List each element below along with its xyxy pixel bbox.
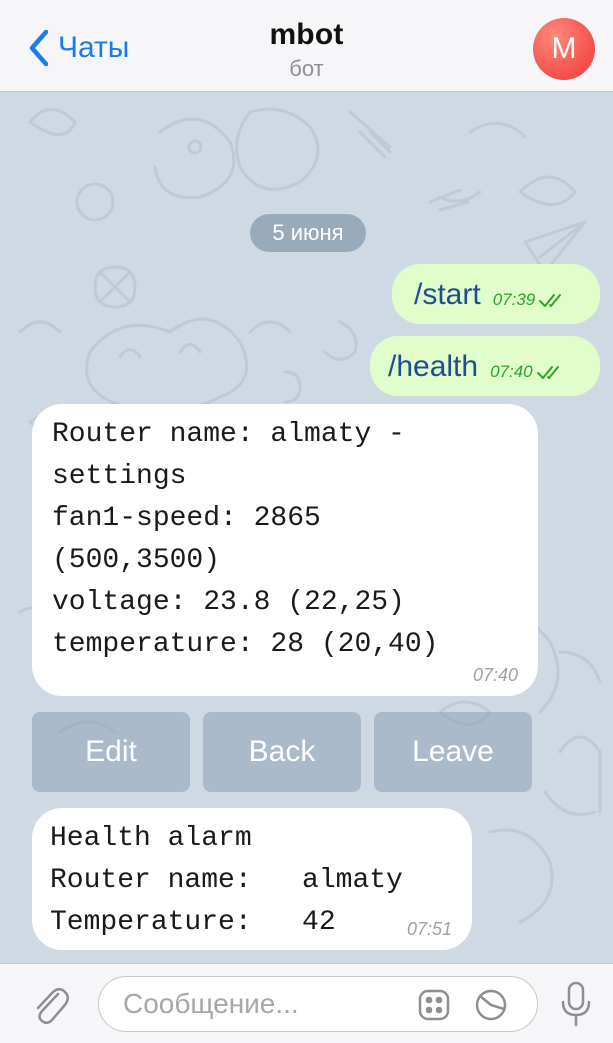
message-input-box[interactable]: [98, 976, 538, 1032]
microphone-icon[interactable]: [558, 980, 594, 1028]
inline-button-back[interactable]: Back: [203, 712, 361, 792]
inline-button-leave[interactable]: Leave: [374, 712, 532, 792]
outgoing-message[interactable]: /start 07:39: [392, 264, 600, 324]
message-line: voltage: 23.8 (22,25): [52, 587, 405, 618]
message-time: 07:40: [472, 665, 518, 685]
message-time: 07:40: [490, 362, 533, 381]
message-time: 07:51: [406, 919, 452, 939]
chat-header: Чаты mbot бот M: [0, 0, 613, 92]
message-input[interactable]: [123, 985, 403, 1023]
chat-title: mbot: [269, 18, 344, 51]
outgoing-message[interactable]: /health 07:40: [370, 336, 600, 396]
message-list[interactable]: 5 июня /start 07:39 /health 07:40 Router…: [0, 92, 613, 963]
message-text: /health: [388, 350, 479, 383]
message-time: 07:39: [492, 290, 536, 309]
message-meta: 07:40: [490, 362, 566, 382]
sticker-icon[interactable]: [417, 988, 451, 1022]
avatar[interactable]: M: [533, 18, 595, 80]
message-line: settings: [52, 461, 187, 492]
clock-icon[interactable]: [474, 988, 508, 1022]
double-check-icon: [536, 366, 559, 379]
message-line: Router name: almaty -: [52, 419, 405, 450]
double-check-icon: [539, 294, 562, 307]
message-line: Router name: almaty: [50, 865, 403, 896]
date-separator: 5 июня: [250, 214, 366, 252]
incoming-message[interactable]: Router name: almaty - settings fan1-spee…: [32, 404, 538, 696]
message-line: (500,3500): [52, 545, 221, 576]
paperclip-icon[interactable]: [30, 984, 70, 1024]
message-line: fan1-speed: 2865: [52, 503, 321, 534]
message-text: /start: [414, 278, 481, 311]
message-line: Health alarm: [50, 823, 252, 854]
chat-title-block[interactable]: mbot бот: [0, 18, 613, 82]
message-line: temperature: 28 (20,40): [52, 629, 439, 660]
incoming-message[interactable]: Health alarm Router name: almaty Tempera…: [32, 808, 472, 950]
message-input-bar: [0, 963, 613, 1043]
inline-button-edit[interactable]: Edit: [32, 712, 190, 792]
message-meta: 07:39: [493, 290, 569, 310]
chat-subtitle: бот: [289, 56, 324, 81]
